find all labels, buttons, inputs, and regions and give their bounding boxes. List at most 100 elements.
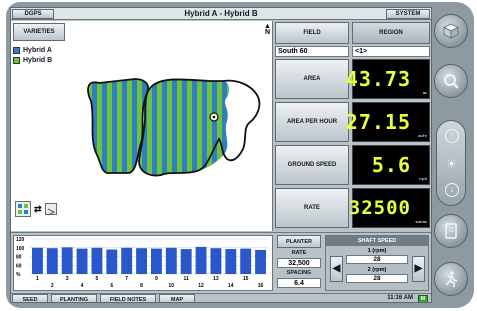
hybrid-b-stripe <box>237 71 242 181</box>
region-name-value[interactable]: <1> <box>352 46 430 57</box>
seed-tab[interactable]: SEED <box>12 294 48 302</box>
hybrid-b-stripe <box>227 79 230 176</box>
zoom-extent-icon[interactable] <box>15 201 31 217</box>
system-button[interactable]: SYSTEM <box>386 9 430 19</box>
page-title: Hybrid A - Hybrid B <box>184 9 258 18</box>
cube-icon <box>443 23 459 39</box>
legend-item-hybrid-b: Hybrid B <box>13 55 83 65</box>
legend-item-hybrid-a: Hybrid A <box>13 45 83 55</box>
row-number-label: 3 <box>66 276 69 282</box>
hybrid-a-swatch <box>13 46 20 54</box>
row-bar <box>210 248 222 274</box>
dgps-button[interactable]: DGPS <box>12 9 54 19</box>
field-name-value: South 60 <box>275 46 349 57</box>
row-bar <box>121 247 133 274</box>
shaft1-label: 1 (rpm) <box>367 248 387 254</box>
row-bar <box>151 248 162 274</box>
magnifier-icon <box>444 74 459 89</box>
ground-speed-value: 5.6 <box>371 153 411 177</box>
legend-label-hybrid-b: Hybrid B <box>23 56 53 64</box>
tab-region[interactable]: REGION <box>352 22 430 44</box>
row-number-label: 15 <box>243 276 249 282</box>
spacing-label: SPACING <box>286 270 312 276</box>
zoom-extent-glyph <box>18 204 28 214</box>
hybrid-b-stripe <box>197 79 202 176</box>
row-bar <box>255 249 266 274</box>
ground-speed-label-button[interactable]: GROUND SPEED <box>275 145 349 185</box>
title-bar: DGPS Hybrid A - Hybrid B SYSTEM <box>11 8 431 20</box>
shaft1-value: 28 <box>346 255 408 264</box>
y-tick-label: 80 <box>16 255 22 261</box>
row-population-chart[interactable]: 120 100 80 60% 1 3 5 7 9 11 13 15 2 4 6 8 10 12 14 16 <box>13 235 273 291</box>
map-layer-glyph <box>47 208 55 216</box>
row-number-label: 7 <box>125 276 128 282</box>
planted-stripes <box>88 71 242 181</box>
row-bar <box>180 249 192 274</box>
planter-button[interactable]: PLANTER <box>277 235 321 248</box>
rate-unit: sds/ac <box>415 219 427 224</box>
row-number-label: 6 <box>110 283 113 289</box>
notes-hardware-button[interactable] <box>434 214 468 248</box>
spacing-value: 6.4 <box>277 278 321 288</box>
y-tick-label: 60 <box>16 263 22 269</box>
area-per-hour-unit: ac/hr <box>418 133 427 138</box>
search-hardware-button[interactable] <box>434 64 468 98</box>
row-number-label: 2 <box>51 283 54 289</box>
display-screen: DGPS Hybrid A - Hybrid B SYSTEM VARIETIE… <box>10 7 432 303</box>
row-bar <box>46 248 58 274</box>
row-bar <box>91 247 103 274</box>
planter-rate-value: 32,500 <box>277 258 321 268</box>
north-label: N <box>264 29 270 36</box>
planting-tab[interactable]: PLANTING <box>51 294 97 302</box>
ground-speed-unit: mph <box>419 176 427 181</box>
row-bar <box>32 247 43 274</box>
varieties-button[interactable]: VARIETIES <box>13 23 65 41</box>
tab-field[interactable]: FIELD <box>275 22 349 44</box>
brightness-rocker[interactable]: ↑ ☀ ↓ <box>436 120 466 206</box>
area-per-hour-value: 27.15 <box>345 110 411 134</box>
rate-small-label: RATE <box>291 250 307 256</box>
hybrid-b-stripe <box>177 79 182 176</box>
rate-value: 32500 <box>348 197 411 219</box>
hybrid-b-stripe <box>217 79 222 176</box>
row-bar <box>61 247 73 274</box>
brightness-down-icon[interactable]: ↓ <box>445 183 459 197</box>
hybrid-b-stripe <box>127 79 132 176</box>
shaft2-label: 2 (rpm) <box>367 267 387 273</box>
area-unit: ac <box>422 90 427 95</box>
row-bar <box>225 249 237 274</box>
swap-arrows-icon[interactable]: ⇄ <box>34 204 42 215</box>
run-hardware-button[interactable] <box>434 262 468 296</box>
field-notes-tab[interactable]: FIELD NOTES <box>100 294 156 302</box>
map-area[interactable]: VARIETIES Hybrid A Hybrid B ▲ N ⇄ <box>11 21 273 231</box>
brightness-up-icon[interactable]: ↑ <box>445 129 459 143</box>
row-number-label: 8 <box>140 283 143 289</box>
shaft-speed-left-button[interactable]: ◀ <box>330 256 343 282</box>
row-number-label: 9 <box>155 276 158 282</box>
hybrid-b-stripe <box>107 79 112 176</box>
legend-label-hybrid-a: Hybrid A <box>23 46 52 54</box>
hybrid-b-swatch <box>13 56 20 64</box>
runner-icon <box>445 271 458 287</box>
map-tab[interactable]: MAP <box>159 294 195 302</box>
status-indicator: M <box>418 295 428 302</box>
shaft-speed-right-button[interactable]: ▶ <box>412 256 425 282</box>
area-per-hour-label-button[interactable]: AREA PER HOUR <box>275 102 349 142</box>
hybrid-b-stripe <box>117 79 122 176</box>
shaft-speed-title: SHAFT SPEED <box>326 236 428 246</box>
row-number-label: 14 <box>228 283 234 289</box>
hybrid-b-stripe <box>187 79 192 176</box>
row-bar <box>195 246 207 274</box>
north-arrow-icon: ▲ N <box>264 23 271 36</box>
row-bar <box>76 248 88 274</box>
footer-bar: SEED PLANTING FIELD NOTES MAP 11:16 AM M <box>11 293 431 302</box>
row-number-label: 11 <box>184 276 190 282</box>
sun-icon: ☀ <box>446 157 457 171</box>
device-bezel: DGPS Hybrid A - Hybrid B SYSTEM VARIETIE… <box>6 2 474 308</box>
home-hardware-button[interactable] <box>434 14 468 48</box>
row-number-label: 12 <box>198 283 204 289</box>
rate-label-button[interactable]: RATE <box>275 188 349 228</box>
map-layer-icon[interactable] <box>44 203 57 216</box>
field-info-panel: FIELD REGION South 60 <1> AREA 43.73 ac … <box>274 21 431 231</box>
area-label-button[interactable]: AREA <box>275 59 349 99</box>
